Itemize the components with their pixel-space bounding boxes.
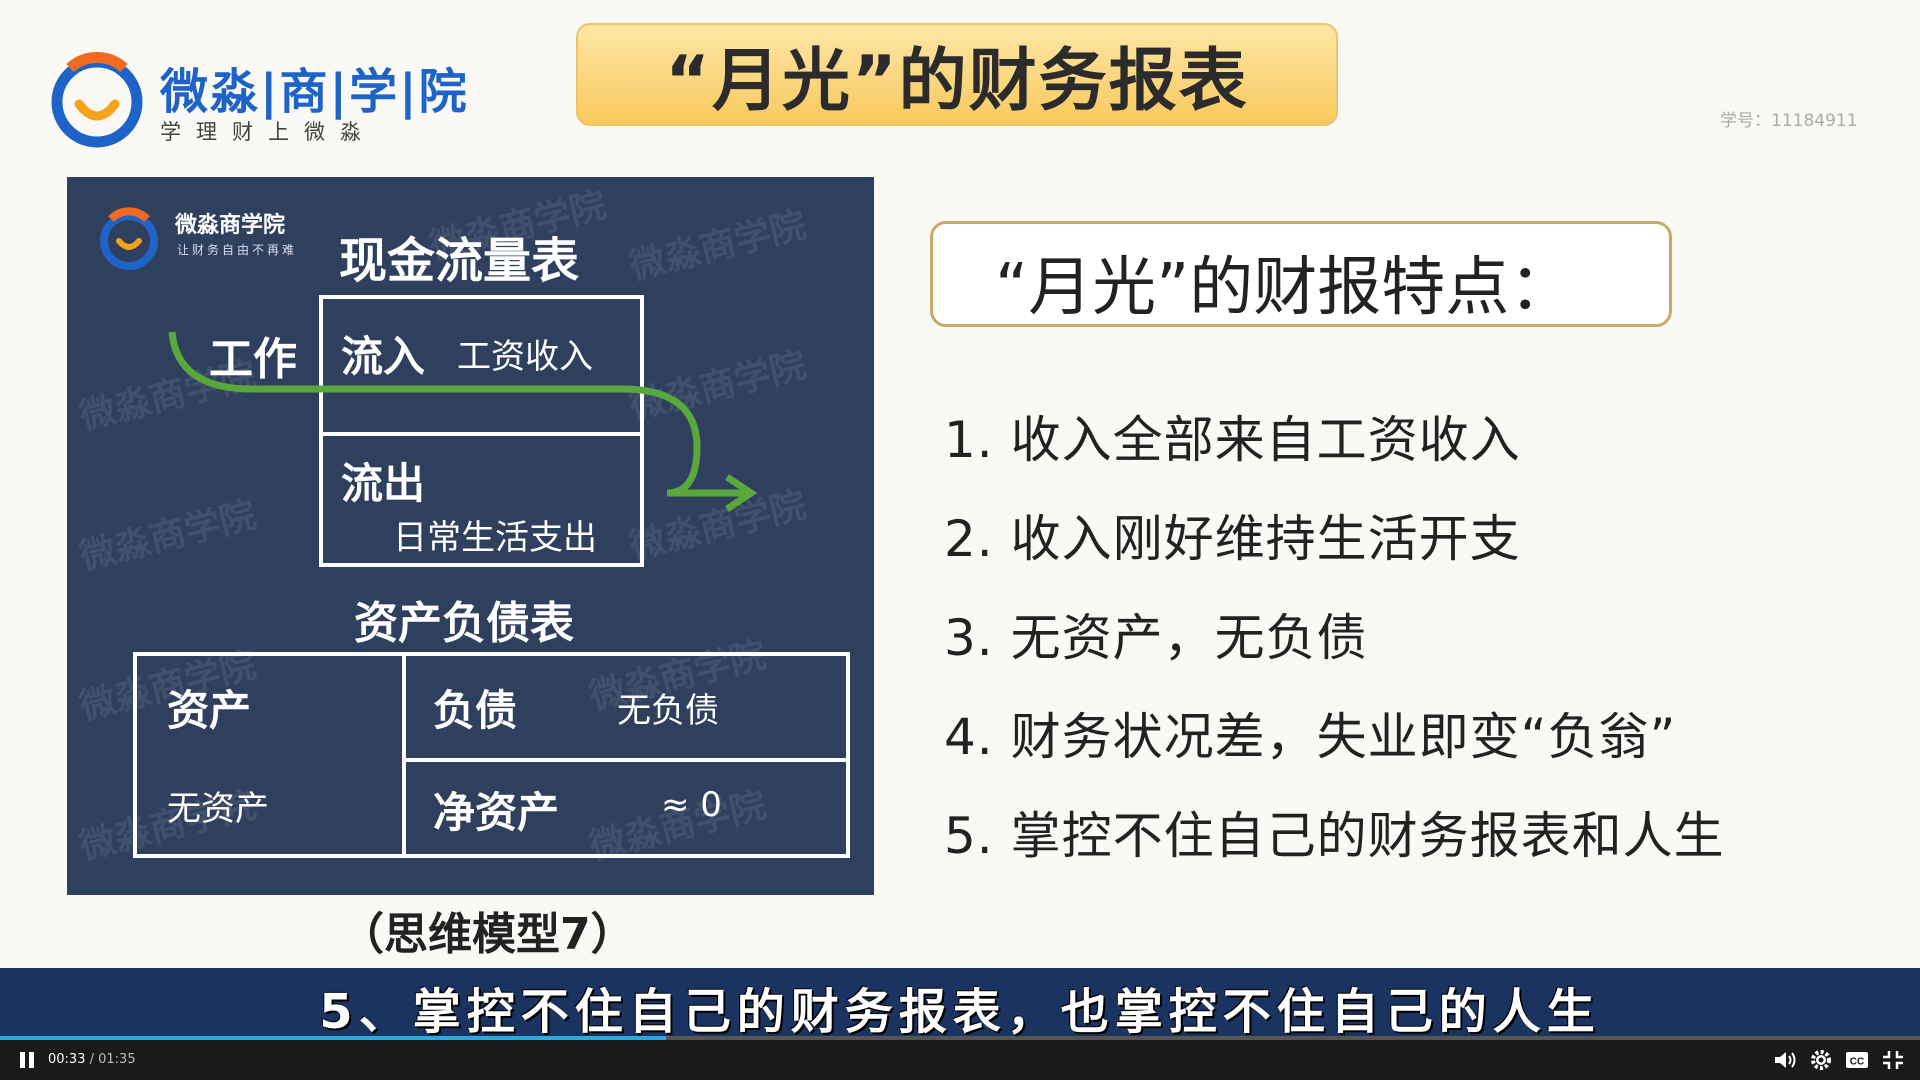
brand-name: 微淼|商|学|院 [160, 64, 469, 120]
total-time: 01:35 [98, 1052, 136, 1067]
brand-slogan: 学理财上微淼 [160, 120, 376, 144]
inflow-value: 工资收入 [457, 337, 593, 377]
features-title: “月光”的财报特点： [995, 251, 1574, 325]
svg-text:CC: CC [1850, 1057, 1864, 1068]
player-controls: 00:33 / 01:35 CC [0, 1040, 1920, 1080]
slide-title: “月光”的财务报表 [665, 42, 1249, 121]
diagram-caption: （思维模型7） [340, 909, 635, 960]
captions-icon[interactable]: CC [1844, 1048, 1870, 1072]
feature-item: 5. 掌控不住自己的财务报表和人生 [944, 807, 1725, 865]
assets-value: 无资产 [167, 789, 269, 829]
balance-sheet-vdivider [402, 656, 406, 854]
features-title-box: “月光”的财报特点： [930, 221, 1672, 327]
liabilities-label: 负债 [433, 686, 518, 735]
work-label: 工作 [209, 334, 297, 385]
feature-item: 2. 收入刚好维持生活开支 [944, 510, 1521, 568]
balance-sheet-title: 资产负债表 [354, 598, 574, 649]
settings-icon[interactable] [1808, 1048, 1834, 1072]
networth-value: ≈ 0 [661, 785, 722, 825]
feature-item: 4. 财务状况差，失业即变“负翁” [944, 708, 1677, 766]
brand-logo-icon [51, 52, 143, 148]
inflow-label: 流入 [341, 332, 426, 381]
balance-sheet-hdivider [406, 758, 846, 762]
financial-statement-diagram: 微淼商学院 微淼商学院 微淼商学院 微淼商学院 微淼商学院 微淼商学院 微淼商学… [67, 177, 874, 895]
current-time: 00:33 [48, 1052, 86, 1067]
subtitle-bar: 5、掌控不住自己的财务报表，也掌控不住自己的人生 [0, 968, 1920, 1040]
time-display: 00:33 / 01:35 [48, 1052, 136, 1067]
assets-label: 资产 [167, 686, 252, 735]
outflow-value: 日常生活支出 [393, 518, 597, 558]
feature-item: 3. 无资产，无负债 [944, 609, 1368, 667]
liabilities-value: 无负债 [617, 691, 719, 731]
brand-logo: 微淼|商|学|院 学理财上微淼 [48, 44, 467, 154]
slide-title-banner: “月光”的财务报表 [576, 23, 1338, 126]
pause-icon[interactable] [16, 1049, 38, 1071]
volume-icon[interactable] [1772, 1048, 1798, 1072]
outflow-label: 流出 [341, 459, 426, 508]
subtitle-text: 5、掌控不住自己的财务报表，也掌控不住自己的人生 [319, 984, 1601, 1040]
student-id: 学号：11184911 [1720, 111, 1858, 131]
networth-label: 净资产 [433, 788, 560, 837]
exit-fullscreen-icon[interactable] [1880, 1048, 1906, 1072]
feature-item: 1. 收入全部来自工资收入 [944, 411, 1521, 469]
